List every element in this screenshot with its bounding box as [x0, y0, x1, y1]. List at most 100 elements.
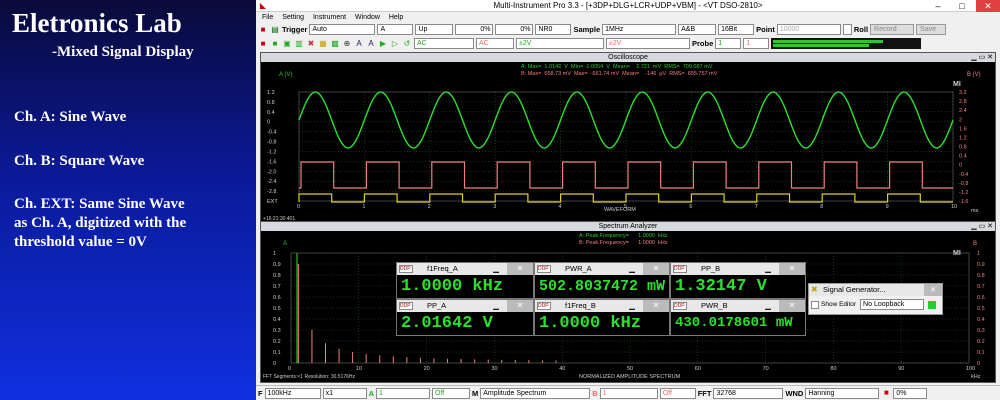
minimize-icon[interactable]: ▁ [623, 300, 641, 312]
scope-y-tick: -1.6 [267, 159, 276, 165]
probe-b-select[interactable]: 1 [743, 38, 770, 49]
trigger-edge-select[interactable]: Up [415, 24, 454, 35]
a-off-select[interactable]: Off [432, 387, 471, 399]
trigger-level-input[interactable]: 0% [455, 24, 494, 35]
range-b-select[interactable]: ±2V [606, 38, 690, 49]
meter-window[interactable]: DDP f1Freq_A ▁ ✕ 1.0000 kHz [396, 262, 534, 299]
panel-window-buttons[interactable]: ▁ ▭ ✕ [971, 222, 993, 231]
menu-help[interactable]: Help [389, 14, 403, 21]
range-a-select[interactable]: ±2V [516, 38, 604, 49]
sample-rate-select[interactable]: 1MHz [602, 24, 677, 35]
scope-y-tick-right: -0.4 [959, 172, 968, 178]
spectrum-x-tick: 0 [288, 366, 291, 372]
signal-generator-window[interactable]: ✖ Signal Generator... ✕ Show Editor No L… [808, 283, 943, 315]
close-icon[interactable]: ✕ [643, 263, 669, 275]
meter-window[interactable]: DDP PWR_A ▁ ✕ 502.8037472 mW [534, 262, 670, 299]
meter-window[interactable]: DDP f1Freq_B ▁ ✕ 1.0000 kHz [534, 299, 670, 336]
menu-setting[interactable]: Setting [282, 14, 304, 21]
cursor-icon[interactable]: ⊕ [342, 39, 352, 49]
scope-y-tick: EXT [267, 199, 278, 205]
freq-range-select[interactable]: 100kHz [264, 387, 321, 399]
minimize-icon[interactable]: ▁ [759, 300, 777, 312]
spectrum-x-unit: kHz [971, 374, 981, 380]
minimize-icon[interactable]: ▁ [487, 300, 505, 312]
play-icon[interactable]: ▶ [378, 39, 388, 49]
minimize-icon[interactable]: ▁ [487, 263, 505, 275]
zoom-select[interactable]: x1 [322, 387, 367, 399]
meter-window[interactable]: DDP PP_A ▁ ✕ 2.01642 V [396, 299, 534, 336]
maximize-icon[interactable]: □ [950, 0, 974, 12]
trigger-source-select[interactable]: A [377, 24, 414, 35]
text-b-icon[interactable]: A [366, 39, 376, 49]
generator-start-button[interactable] [928, 300, 937, 309]
trigger-mode-select[interactable]: Auto [309, 24, 376, 35]
roll-checkbox[interactable] [842, 24, 852, 35]
stop-icon[interactable]: ■ [258, 25, 268, 35]
overlap-select[interactable]: 0% [893, 387, 928, 399]
save-button[interactable]: Save [916, 24, 947, 35]
b-scale-select[interactable]: 1 [599, 387, 658, 399]
panel-window-buttons[interactable]: ▁ ▭ ✕ [971, 53, 993, 62]
scope-x-tick: 10 [951, 204, 957, 210]
coupling-a-select[interactable]: AC [414, 38, 474, 49]
show-editor-checkbox[interactable] [811, 300, 819, 309]
spectrum-icon[interactable]: ▥ [294, 39, 304, 49]
menu-file[interactable]: File [262, 14, 273, 21]
meter-title: f1Freq_A [427, 264, 458, 273]
start-icon[interactable]: ■ [270, 39, 280, 49]
oscilloscope-plot[interactable]: 0 1 2 3 4 5 6 7 8 9 101.20.80.40-0.4-0.8-1.2-1.6-2… [261, 62, 995, 226]
coupling-b-select[interactable]: AC [476, 38, 514, 49]
close-icon[interactable]: ✕ [976, 0, 1000, 12]
close-icon[interactable]: ✕ [507, 300, 533, 312]
scope-y-tick: -2.8 [267, 189, 276, 195]
minimize-icon[interactable]: – [926, 0, 950, 12]
probe-a-select[interactable]: 1 [715, 38, 742, 49]
close-icon[interactable]: ✕ [779, 300, 805, 312]
status-bar: F 100kHz x1 A 1 Off M Amplitude Spectrum… [256, 385, 1000, 400]
meter-icon[interactable]: ▩ [330, 39, 340, 49]
record-button[interactable]: Record [870, 24, 915, 35]
generator-icon[interactable]: ✖ [306, 39, 316, 49]
loopback-select[interactable]: No Loopback [860, 299, 925, 310]
stop-icon[interactable]: ■ [881, 388, 891, 398]
spectrum-y-tick: 0.6 [273, 295, 281, 301]
spectrum-x-tick: 100 [966, 366, 975, 372]
spectrum-x-tick: 60 [695, 366, 701, 372]
close-icon[interactable]: ✕ [643, 300, 669, 312]
spectrum-mode-select[interactable]: Amplitude Spectrum [480, 387, 591, 399]
minimize-icon[interactable]: ▁ [623, 263, 641, 275]
channel-select[interactable]: A&B [678, 24, 717, 35]
close-icon[interactable]: ✕ [924, 284, 942, 296]
spectrum-y-tick: 0.8 [273, 273, 281, 279]
bit-depth-select[interactable]: 16Bit [718, 24, 755, 35]
signal-generator-controls: Show Editor No Loopback [809, 296, 942, 313]
scope-y-tick-right: 1.2 [959, 135, 967, 141]
noise-reduction-select[interactable]: NR0 [535, 24, 572, 35]
minimize-icon[interactable]: ▁ [759, 263, 777, 275]
meter-titlebar: DDP PWR_B ▁ ✕ [671, 300, 805, 312]
scope-icon[interactable]: ▤ [270, 25, 280, 35]
oscilloscope-icon[interactable]: ▣ [282, 39, 292, 49]
spectrum-titlebar: Spectrum Analyzer ▁ ▭ ✕ [261, 222, 995, 231]
fft-size-select[interactable]: 32768 [713, 387, 784, 399]
meter-window[interactable]: DDP PP_B ▁ ✕ 1.32147 V [670, 262, 806, 299]
reset-icon[interactable]: ↺ [402, 39, 412, 49]
close-icon[interactable]: ✕ [507, 263, 533, 275]
close-icon[interactable]: ✕ [779, 263, 805, 275]
trigger-pretrigger-input[interactable]: 0% [495, 24, 534, 35]
dds-icon[interactable]: ▦ [318, 39, 328, 49]
meter-value: 1.32147 V [675, 277, 767, 296]
scope-y-tick-right: 1.6 [959, 126, 967, 132]
probe-label: Probe [692, 39, 714, 48]
window-function-select[interactable]: Hanning [805, 387, 880, 399]
points-input[interactable]: 10000 [776, 24, 841, 35]
b-off-select[interactable]: Off [659, 387, 696, 399]
step-icon[interactable]: ▷ [390, 39, 400, 49]
a-scale-select[interactable]: 1 [376, 387, 431, 399]
text-a-icon[interactable]: A [354, 39, 364, 49]
meter-window[interactable]: DDP PWR_B ▁ ✕ 430.0178601 mW [670, 299, 806, 336]
menu-window[interactable]: Window [355, 14, 380, 21]
stop-icon[interactable]: ■ [258, 39, 268, 49]
menu-instrument[interactable]: Instrument [313, 14, 346, 21]
spectrum-footer: FFT Segments:<1 Resolution: 30.5176Hz [263, 374, 356, 380]
